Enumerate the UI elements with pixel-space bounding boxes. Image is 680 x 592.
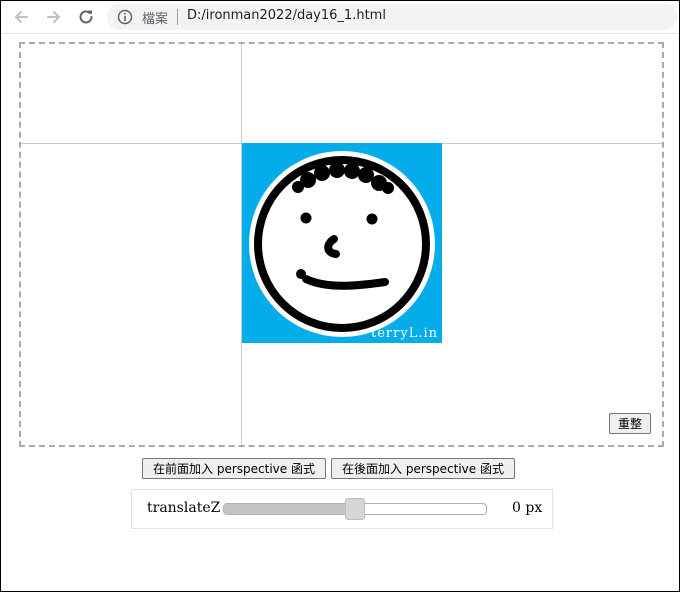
slider-fill bbox=[224, 504, 356, 514]
translatez-label: translateZ bbox=[147, 500, 221, 516]
info-icon[interactable] bbox=[117, 9, 133, 25]
reload-button[interactable] bbox=[74, 5, 98, 29]
face-image: terryL.in bbox=[242, 143, 442, 343]
forward-button[interactable] bbox=[42, 5, 66, 29]
perspective-stage: terryL.in 重整 bbox=[19, 42, 664, 447]
arrow-left-icon bbox=[15, 11, 28, 23]
translatez-unit: px bbox=[525, 500, 543, 516]
face-illustration bbox=[249, 151, 435, 337]
translatez-control-panel: translateZ 0 px bbox=[131, 489, 553, 529]
address-bar[interactable]: 檔案 D:/ironman2022/day16_1.html bbox=[107, 4, 677, 30]
add-perspective-front-button[interactable]: 在前面加入 perspective 函式 bbox=[142, 458, 326, 479]
translatez-value: 0 px bbox=[512, 500, 542, 516]
address-divider bbox=[177, 9, 178, 25]
back-button[interactable] bbox=[9, 5, 33, 29]
browser-window: 檔案 D:/ironman2022/day16_1.html terryL.in… bbox=[0, 0, 680, 592]
arrow-right-icon bbox=[47, 11, 60, 23]
url-text[interactable]: D:/ironman2022/day16_1.html bbox=[187, 8, 386, 23]
slider-thumb[interactable] bbox=[345, 498, 365, 520]
reload-icon bbox=[79, 10, 93, 24]
browser-toolbar: 檔案 D:/ironman2022/day16_1.html bbox=[1, 1, 679, 34]
add-perspective-back-button[interactable]: 在後面加入 perspective 函式 bbox=[331, 458, 515, 479]
translatez-number: 0 bbox=[512, 500, 521, 516]
reset-button[interactable]: 重整 bbox=[609, 413, 651, 434]
image-watermark: terryL.in bbox=[371, 326, 438, 341]
scheme-label: 檔案 bbox=[142, 12, 169, 27]
